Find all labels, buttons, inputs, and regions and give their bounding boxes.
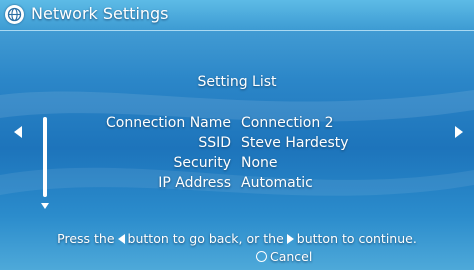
- cancel-button[interactable]: Cancel: [256, 249, 312, 265]
- row-label: Connection Name: [106, 115, 231, 131]
- circle-button-icon: [256, 251, 267, 262]
- setting-list-title: Setting List: [197, 74, 277, 90]
- row-label: SSID: [198, 135, 231, 151]
- left-button-icon: [117, 233, 125, 244]
- hint-text: button to go back, or the: [127, 231, 284, 246]
- list-item: IP Address Automatic: [0, 173, 474, 193]
- scroll-down-icon: [41, 203, 49, 209]
- row-value: None: [241, 155, 278, 171]
- row-value: Steve Hardesty: [241, 135, 349, 151]
- row-label: Security: [173, 155, 232, 171]
- row-label: IP Address: [158, 175, 231, 191]
- row-value: Connection 2: [241, 115, 334, 131]
- hint-text: Press the: [57, 231, 115, 246]
- list-item: Security None: [0, 153, 474, 173]
- cancel-label: Cancel: [270, 249, 313, 264]
- list-item: SSID Steve Hardesty: [0, 133, 474, 153]
- row-value: Automatic: [241, 175, 313, 191]
- window-title: Network Settings: [31, 4, 169, 23]
- hint-text: button to continue.: [296, 231, 417, 246]
- right-button-icon: [286, 233, 294, 244]
- instruction-hint: Press the button to go back, or the button…: [0, 231, 474, 247]
- list-item: Connection Name Connection 2: [0, 113, 474, 133]
- settings-list: Connection Name Connection 2 SSID Steve …: [0, 113, 474, 193]
- psp-screen: Network Settings Setting List Connection…: [0, 0, 474, 270]
- title-bar: Network Settings: [0, 0, 474, 31]
- network-globe-icon: [5, 5, 24, 24]
